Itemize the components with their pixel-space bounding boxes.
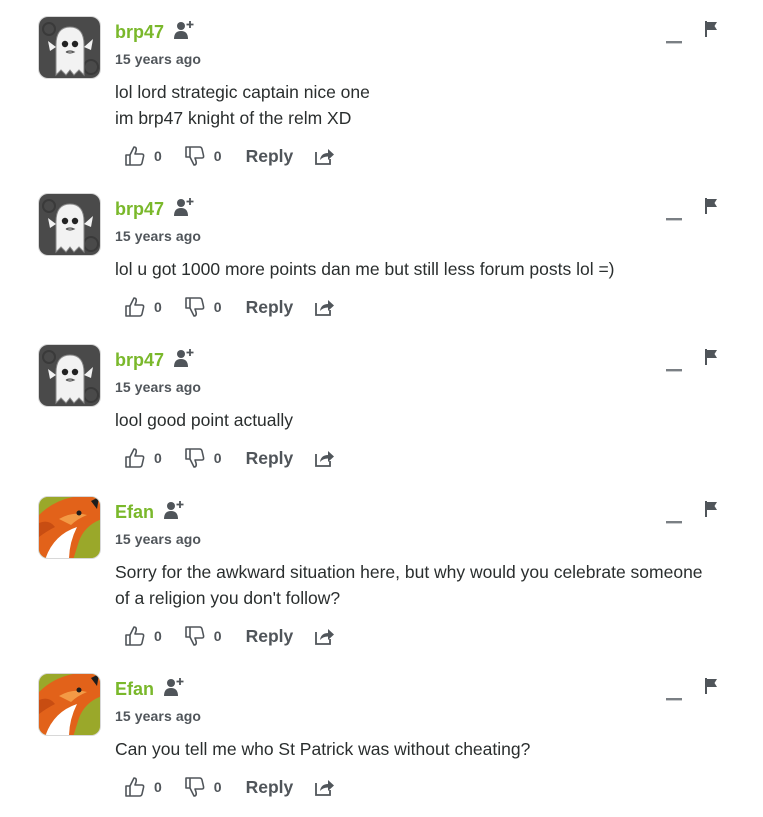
dislike-count: 0 — [213, 628, 222, 644]
comment-actions: 0 0 Reply — [124, 295, 335, 319]
timestamp[interactable]: 15 years ago — [115, 379, 201, 395]
comment-text-line: of a religion you don't follow? — [115, 588, 341, 608]
reply-button[interactable]: Reply — [246, 448, 294, 469]
flag-icon[interactable] — [704, 501, 718, 517]
follow-user-icon[interactable] — [173, 347, 195, 369]
share-button[interactable] — [315, 449, 335, 467]
like-count: 0 — [154, 450, 162, 466]
flag-icon[interactable] — [704, 21, 718, 37]
follow-user-icon[interactable] — [163, 499, 185, 521]
thumbs-up-icon — [125, 297, 145, 317]
thumbs-up-icon — [125, 626, 145, 646]
comment-body: lol lord strategic captain nice one im b… — [115, 79, 755, 131]
reply-button[interactable]: Reply — [246, 297, 294, 318]
thumbs-down-icon — [184, 297, 205, 317]
reply-button[interactable]: Reply — [246, 146, 294, 167]
author-name[interactable]: brp47 — [115, 199, 164, 220]
ghost-avatar-icon — [39, 17, 100, 78]
follow-user-icon[interactable] — [173, 19, 195, 41]
dislike-button[interactable]: 0 — [184, 625, 222, 647]
dislike-button[interactable]: 0 — [184, 447, 222, 469]
thumbs-down-icon — [184, 448, 205, 468]
thumbs-down-icon — [184, 626, 205, 646]
avatar[interactable] — [38, 16, 101, 79]
thumbs-up-icon — [125, 777, 145, 797]
comment-text-line: im brp47 knight of the relm XD — [115, 108, 352, 128]
comment-text-line: Sorry for the awkward situation here, bu… — [115, 562, 703, 582]
comment-actions: 0 0 Reply — [124, 144, 335, 168]
avatar[interactable] — [38, 496, 101, 559]
like-button[interactable]: 0 — [124, 447, 162, 469]
timestamp[interactable]: 15 years ago — [115, 228, 201, 244]
share-icon — [315, 300, 335, 316]
author-name[interactable]: Efan — [115, 502, 154, 523]
collapse-icon[interactable] — [666, 28, 682, 44]
like-count: 0 — [154, 299, 162, 315]
follow-user-icon[interactable] — [163, 676, 185, 698]
share-icon — [315, 629, 335, 645]
flag-icon[interactable] — [704, 198, 718, 214]
share-icon — [315, 451, 335, 467]
share-button[interactable] — [315, 778, 335, 796]
dislike-count: 0 — [213, 148, 222, 164]
comment-actions: 0 0 Reply — [124, 775, 335, 799]
share-icon — [315, 149, 335, 165]
timestamp[interactable]: 15 years ago — [115, 531, 201, 547]
comment-text-line: Can you tell me who St Patrick was witho… — [115, 739, 531, 759]
like-count: 0 — [154, 779, 162, 795]
dislike-button[interactable]: 0 — [184, 145, 222, 167]
fox-avatar-icon — [39, 674, 100, 735]
collapse-icon[interactable] — [666, 685, 682, 701]
avatar[interactable] — [38, 344, 101, 407]
thumbs-up-icon — [125, 146, 145, 166]
reply-button[interactable]: Reply — [246, 777, 294, 798]
ghost-avatar-icon — [39, 345, 100, 406]
comment-body: Can you tell me who St Patrick was witho… — [115, 736, 755, 762]
share-button[interactable] — [315, 627, 335, 645]
avatar[interactable] — [38, 673, 101, 736]
share-icon — [315, 780, 335, 796]
author-name[interactable]: brp47 — [115, 22, 164, 43]
thumbs-down-icon — [184, 777, 205, 797]
like-button[interactable]: 0 — [124, 145, 162, 167]
comment-text-line: lool good point actually — [115, 410, 294, 430]
dislike-button[interactable]: 0 — [184, 776, 222, 798]
flag-icon[interactable] — [704, 678, 718, 694]
like-button[interactable]: 0 — [124, 296, 162, 318]
thumbs-up-icon — [125, 448, 145, 468]
author-name[interactable]: Efan — [115, 679, 154, 700]
collapse-icon[interactable] — [666, 205, 682, 221]
share-button[interactable] — [315, 298, 335, 316]
like-count: 0 — [154, 628, 162, 644]
comment-body: lool good point actually — [115, 407, 755, 433]
comment-text-line: lol lord strategic captain nice one — [115, 82, 370, 102]
like-button[interactable]: 0 — [124, 625, 162, 647]
dislike-count: 0 — [213, 299, 222, 315]
collapse-icon[interactable] — [666, 356, 682, 372]
dislike-count: 0 — [213, 779, 222, 795]
share-button[interactable] — [315, 147, 335, 165]
collapse-icon[interactable] — [666, 508, 682, 524]
like-button[interactable]: 0 — [124, 776, 162, 798]
flag-icon[interactable] — [704, 349, 718, 365]
dislike-count: 0 — [213, 450, 222, 466]
ghost-avatar-icon — [39, 194, 100, 255]
follow-user-icon[interactable] — [173, 196, 195, 218]
timestamp[interactable]: 15 years ago — [115, 708, 201, 724]
thumbs-down-icon — [184, 146, 205, 166]
comment-actions: 0 0 Reply — [124, 446, 335, 470]
fox-avatar-icon — [39, 497, 100, 558]
comment-actions: 0 0 Reply — [124, 624, 335, 648]
author-name[interactable]: brp47 — [115, 350, 164, 371]
comment-text-line: lol u got 1000 more points dan me but st… — [115, 259, 615, 279]
dislike-button[interactable]: 0 — [184, 296, 222, 318]
timestamp[interactable]: 15 years ago — [115, 51, 201, 67]
avatar[interactable] — [38, 193, 101, 256]
comment-body: lol u got 1000 more points dan me but st… — [115, 256, 755, 282]
comment-body: Sorry for the awkward situation here, bu… — [115, 559, 755, 611]
reply-button[interactable]: Reply — [246, 626, 294, 647]
like-count: 0 — [154, 148, 162, 164]
